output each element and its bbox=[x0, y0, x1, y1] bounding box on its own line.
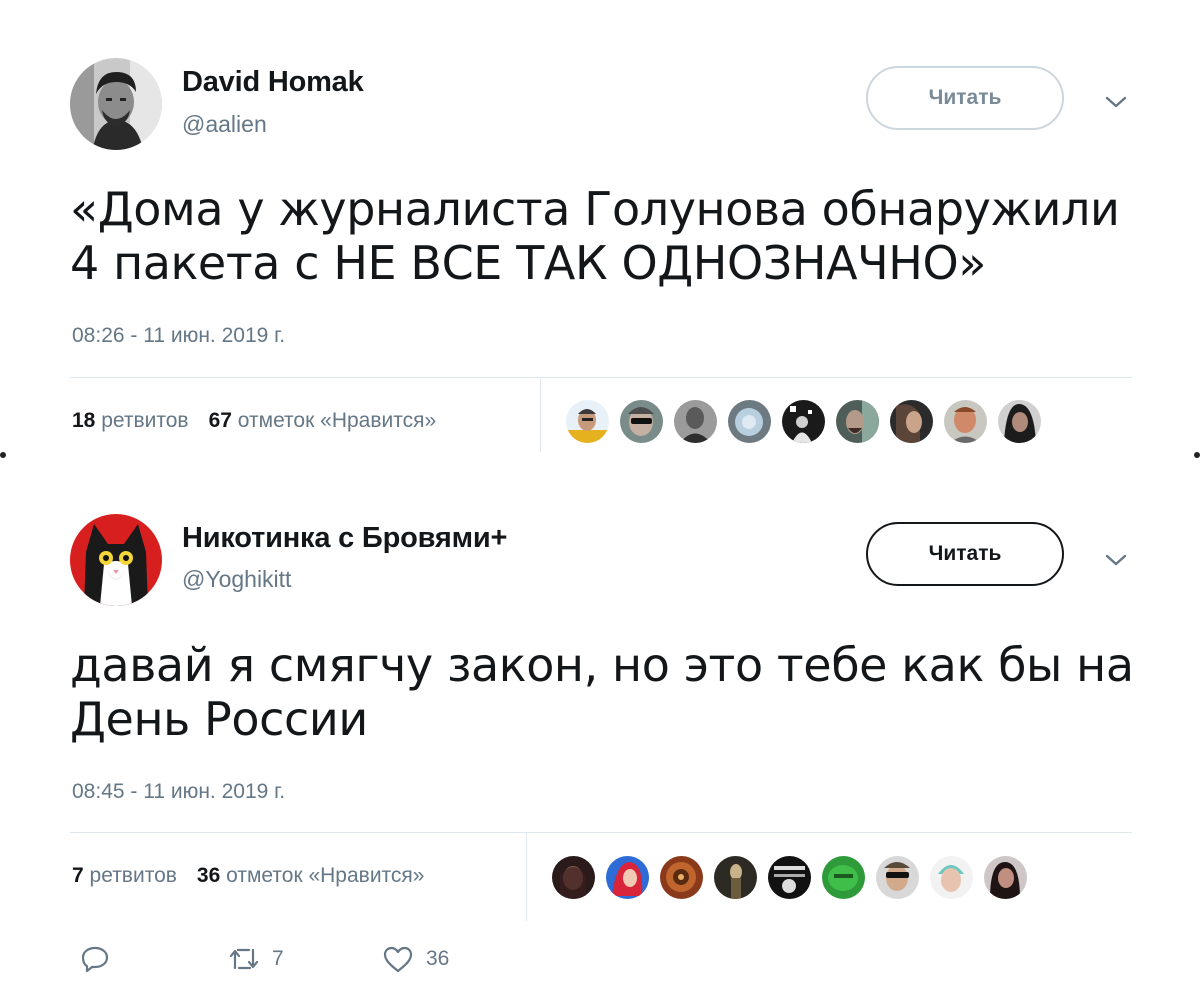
liker-avatar[interactable] bbox=[552, 856, 595, 899]
liker-avatar[interactable] bbox=[890, 400, 933, 443]
liker-avatars bbox=[552, 856, 1027, 899]
avatar-image bbox=[70, 514, 162, 606]
avatar-image bbox=[70, 58, 162, 150]
liker-avatar[interactable] bbox=[822, 856, 865, 899]
like-count: 67 bbox=[208, 409, 232, 432]
divider bbox=[70, 377, 1132, 378]
divider bbox=[526, 833, 527, 921]
retweet-label: ретвитов bbox=[101, 409, 189, 432]
tweet-timestamp[interactable]: 08:45 - 11 июн. 2019 г. bbox=[72, 780, 285, 804]
retweet-icon bbox=[229, 948, 259, 970]
tweet-stats: 18 ретвитов 67 отметок «Нравится» bbox=[72, 409, 436, 433]
liker-avatar[interactable] bbox=[674, 400, 717, 443]
reply-icon bbox=[81, 946, 109, 973]
retweet-count: 18 bbox=[72, 409, 96, 432]
tweet-text-line: День России bbox=[70, 692, 368, 746]
like-stat[interactable]: 36 отметок «Нравится» bbox=[197, 864, 425, 887]
liker-avatar[interactable] bbox=[620, 400, 663, 443]
retweet-label: ретвитов bbox=[89, 864, 177, 887]
divider bbox=[70, 832, 1132, 833]
retweet-button[interactable]: 7 bbox=[228, 944, 284, 974]
liker-avatar[interactable] bbox=[836, 400, 879, 443]
liker-avatar[interactable] bbox=[944, 400, 987, 443]
tweet-text-line: давай я смягчу закон, но это тебе как бы… bbox=[70, 638, 1134, 692]
tweet-text: давай я смягчу закон, но это тебе как бы… bbox=[70, 638, 1150, 746]
display-name[interactable]: Никотинка с Бровями+ bbox=[182, 522, 507, 555]
like-label: отметок «Нравится» bbox=[226, 864, 425, 887]
display-name[interactable]: David Homak bbox=[182, 66, 364, 99]
like-stat[interactable]: 67 отметок «Нравится» bbox=[209, 409, 437, 432]
tweet-text: «Дома у журналиста Голунова обнаружили 4… bbox=[70, 182, 1150, 290]
retweet-count: 7 bbox=[272, 947, 284, 970]
liker-avatar[interactable] bbox=[714, 856, 757, 899]
liker-avatar[interactable] bbox=[876, 856, 919, 899]
avatar[interactable] bbox=[70, 58, 162, 150]
heart-icon bbox=[383, 946, 413, 973]
retweet-stat[interactable]: 7 ретвитов bbox=[72, 864, 177, 887]
chevron-down-icon[interactable] bbox=[1104, 552, 1128, 568]
retweet-stat[interactable]: 18 ретвитов bbox=[72, 409, 189, 432]
liker-avatar[interactable] bbox=[768, 856, 811, 899]
retweet-count: 7 bbox=[72, 864, 84, 887]
like-label: отметок «Нравится» bbox=[237, 409, 437, 432]
liker-avatar[interactable] bbox=[930, 856, 973, 899]
follow-button[interactable]: Читать bbox=[866, 66, 1064, 130]
liker-avatars bbox=[566, 400, 1041, 443]
tweet-stats: 7 ретвитов 36 отметок «Нравится» bbox=[72, 864, 425, 888]
like-count: 36 bbox=[426, 947, 450, 970]
reply-button[interactable] bbox=[80, 944, 110, 974]
avatar[interactable] bbox=[70, 514, 162, 606]
liker-avatar[interactable] bbox=[998, 400, 1041, 443]
tweet-2: Никотинка с Бровями+ @Yoghikitt Читать д… bbox=[0, 458, 1200, 996]
like-count: 36 bbox=[196, 864, 221, 887]
follow-button[interactable]: Читать bbox=[866, 522, 1064, 586]
tweet-timestamp[interactable]: 08:26 - 11 июн. 2019 г. bbox=[72, 324, 285, 348]
user-handle[interactable]: @aalien bbox=[182, 111, 267, 138]
tweet-1: David Homak @aalien Читать «Дома у журна… bbox=[0, 0, 1200, 452]
liker-avatar[interactable] bbox=[606, 856, 649, 899]
liker-avatar[interactable] bbox=[728, 400, 771, 443]
liker-avatar[interactable] bbox=[782, 400, 825, 443]
liker-avatar[interactable] bbox=[566, 400, 609, 443]
liker-avatar[interactable] bbox=[984, 856, 1027, 899]
divider bbox=[540, 378, 541, 452]
like-button[interactable]: 36 bbox=[382, 944, 449, 974]
tweet-text-line: «Дома у журналиста Голунова обнаружили bbox=[70, 182, 1120, 236]
tweet-text-line: 4 пакета с НЕ ВСЕ ТАК ОДНОЗНАЧНО» bbox=[70, 236, 987, 290]
liker-avatar[interactable] bbox=[660, 856, 703, 899]
chevron-down-icon[interactable] bbox=[1104, 94, 1128, 110]
user-handle[interactable]: @Yoghikitt bbox=[182, 566, 291, 593]
